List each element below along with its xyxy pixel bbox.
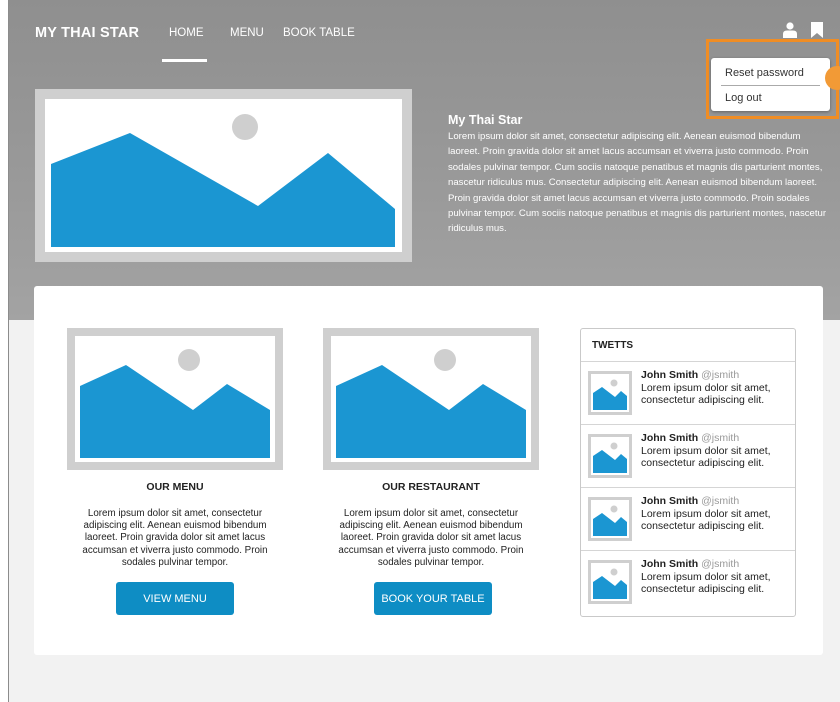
log-out-item[interactable]: Log out	[725, 92, 762, 104]
tweet-text: Lorem ipsum dolor sit amet, consectetur …	[641, 571, 771, 595]
tweet-author: John Smith @jsmith	[641, 432, 739, 444]
tweet-item[interactable]: John Smith @jsmith Lorem ipsum dolor sit…	[581, 488, 795, 551]
our-menu-title: OUR MENU	[146, 481, 204, 493]
tweet-handle[interactable]: @jsmith	[701, 432, 739, 444]
tweet-handle[interactable]: @jsmith	[701, 558, 739, 570]
tweet-item[interactable]: John Smith @jsmith Lorem ipsum dolor sit…	[581, 551, 795, 614]
menu-image-placeholder	[67, 328, 283, 470]
tweet-author: John Smith @jsmith	[641, 558, 739, 570]
hero-title: My Thai Star	[448, 113, 523, 127]
hero-image-placeholder	[35, 89, 412, 262]
bookmark-icon[interactable]	[811, 22, 823, 38]
nav-home[interactable]: HOME	[169, 27, 204, 39]
tweet-avatar-placeholder	[588, 497, 632, 541]
reset-password-item[interactable]: Reset password	[725, 67, 804, 79]
content-card: OUR MENU Lorem ipsum dolor sit amet, con…	[34, 286, 823, 655]
tweet-text: Lorem ipsum dolor sit amet, consectetur …	[641, 508, 771, 532]
restaurant-image-placeholder	[323, 328, 539, 470]
tweet-author: John Smith @jsmith	[641, 495, 739, 507]
our-restaurant-title: OUR RESTAURANT	[382, 481, 480, 493]
user-dropdown-menu: Reset password Log out	[711, 58, 830, 111]
page: MY THAI STAR HOME MENU BOOK TABLE Reset …	[8, 0, 840, 702]
tweet-item[interactable]: John Smith @jsmith Lorem ipsum dolor sit…	[581, 425, 795, 488]
tweet-text: Lorem ipsum dolor sit amet, consectetur …	[641, 445, 771, 469]
tweet-avatar-placeholder	[588, 560, 632, 604]
hero-section: MY THAI STAR HOME MENU BOOK TABLE Reset …	[9, 0, 840, 320]
book-your-table-button[interactable]: BOOK YOUR TABLE	[374, 582, 492, 615]
tweet-text: Lorem ipsum dolor sit amet, consectetur …	[641, 382, 771, 406]
user-icon[interactable]	[783, 22, 797, 38]
dropdown-divider	[721, 85, 820, 86]
tweets-panel: TWETTS John Smith @jsmith Lorem ipsum do…	[580, 328, 796, 617]
tweet-author-name[interactable]: John Smith	[641, 432, 698, 444]
our-menu-text: Lorem ipsum dolor sit amet, consectetur …	[82, 508, 268, 568]
active-nav-indicator	[162, 59, 207, 62]
tweets-title: TWETTS	[592, 340, 634, 351]
brand-logo[interactable]: MY THAI STAR	[35, 25, 139, 41]
tweet-author-name[interactable]: John Smith	[641, 495, 698, 507]
hero-description: Lorem ipsum dolor sit amet, consectetur …	[448, 131, 827, 235]
tweet-item[interactable]: John Smith @jsmith Lorem ipsum dolor sit…	[581, 362, 795, 425]
nav-book-table[interactable]: BOOK TABLE	[283, 27, 355, 39]
tweet-handle[interactable]: @jsmith	[701, 495, 739, 507]
our-restaurant-text: Lorem ipsum dolor sit amet, consectetur …	[338, 508, 524, 568]
tweet-avatar-placeholder	[588, 434, 632, 478]
tweet-author-name[interactable]: John Smith	[641, 369, 698, 381]
tweet-author-name[interactable]: John Smith	[641, 558, 698, 570]
tweet-author: John Smith @jsmith	[641, 369, 739, 381]
tweet-avatar-placeholder	[588, 371, 632, 415]
view-menu-button[interactable]: VIEW MENU	[116, 582, 234, 615]
nav-menu[interactable]: MENU	[230, 27, 264, 39]
tweet-handle[interactable]: @jsmith	[701, 369, 739, 381]
